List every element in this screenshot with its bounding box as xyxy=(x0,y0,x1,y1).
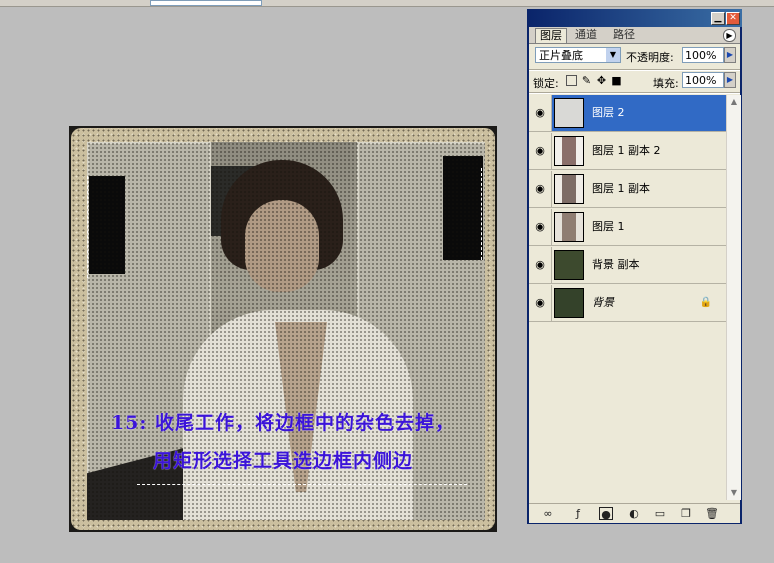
new-group-folder-icon[interactable]: ▭ xyxy=(653,507,667,520)
layers-panel: ▁ ✕ 图层 通道 路径 ▶ 正片叠底 ▼ 不透明度: 100% ▶ 锁定: ✎… xyxy=(527,9,742,524)
selection-marquee-right xyxy=(481,168,482,260)
layers-list: ◉ 图层 2 ◉ 图层 1 副本 2 ◉ 图层 1 副本 ◉ 图层 1 ◉ 背景… xyxy=(529,95,726,500)
visibility-eye-icon[interactable]: ◉ xyxy=(529,95,552,131)
visibility-eye-icon[interactable]: ◉ xyxy=(529,133,552,169)
layer-name: 图层 1 xyxy=(592,220,625,233)
close-icon[interactable]: ✕ xyxy=(726,12,740,25)
window-right xyxy=(443,156,483,260)
layer-row[interactable]: ◉ 图层 1 副本 2 xyxy=(529,133,726,170)
layer-thumbnail xyxy=(554,212,584,242)
opacity-slider-arrow-icon[interactable]: ▶ xyxy=(724,47,736,63)
layer-thumbnail xyxy=(554,136,584,166)
lock-label: 锁定: xyxy=(533,77,559,90)
panel-title-bar[interactable]: ▁ ✕ xyxy=(527,9,742,27)
tab-layers[interactable]: 图层 xyxy=(535,28,567,43)
panel-menu-icon[interactable]: ▶ xyxy=(723,29,736,42)
visibility-eye-icon[interactable]: ◉ xyxy=(529,209,552,245)
layer-row[interactable]: ◉ 图层 1 xyxy=(529,209,726,246)
divider xyxy=(529,92,740,94)
face-shape xyxy=(245,200,319,292)
visibility-eye-icon[interactable]: ◉ xyxy=(529,247,552,283)
scroll-down-icon[interactable]: ▼ xyxy=(727,486,741,500)
lock-all-icon[interactable]: ■ xyxy=(611,75,622,86)
layer-row[interactable]: ◉ 背景 🔒 xyxy=(529,285,726,322)
document-canvas[interactable]: 15: 收尾工作，将边框中的杂色去掉， 用矩形选择工具选边框内侧边 xyxy=(69,126,497,532)
fill-label: 填充: xyxy=(653,77,679,90)
delete-layer-trash-icon[interactable]: 🗑 xyxy=(705,507,719,520)
layer-row[interactable]: ◉ 图层 1 副本 xyxy=(529,171,726,208)
panel-body: 图层 通道 路径 ▶ 正片叠底 ▼ 不透明度: 100% ▶ 锁定: ✎ ✥ ■… xyxy=(529,27,741,523)
scroll-up-icon[interactable]: ▲ xyxy=(727,95,741,109)
blend-mode-value: 正片叠底 xyxy=(539,49,583,62)
layer-thumbnail xyxy=(554,250,584,280)
opacity-input[interactable]: 100% xyxy=(682,47,724,63)
selection-marquee-left xyxy=(87,176,88,278)
tutorial-caption-line2: 用矩形选择工具选边框内侧边 xyxy=(152,450,413,472)
layer-name: 图层 1 副本 2 xyxy=(592,144,661,157)
layer-thumbnail xyxy=(554,174,584,204)
panel-bottom-toolbar: ∞ ƒ ● ◐ ▭ ❐ 🗑 xyxy=(529,503,740,523)
layer-name: 图层 2 xyxy=(592,106,625,119)
layer-name: 图层 1 副本 xyxy=(592,182,650,195)
lock-position-move-icon[interactable]: ✥ xyxy=(596,75,607,86)
new-layer-icon[interactable]: ❐ xyxy=(679,507,693,520)
window-center xyxy=(211,166,263,236)
hair-shape xyxy=(221,160,343,270)
chevron-down-icon[interactable]: ▼ xyxy=(606,48,620,62)
visibility-eye-icon[interactable]: ◉ xyxy=(529,285,552,321)
blend-row: 正片叠底 ▼ 不透明度: 100% ▶ xyxy=(529,45,740,67)
layer-thumbnail xyxy=(554,98,584,128)
lock-image-brush-icon[interactable]: ✎ xyxy=(581,75,592,86)
tab-paths[interactable]: 路径 xyxy=(609,28,639,42)
tutorial-caption-line1: 15: 收尾工作，将边框中的杂色去掉， xyxy=(110,412,456,434)
layer-thumbnail xyxy=(554,288,584,318)
blend-mode-select[interactable]: 正片叠底 ▼ xyxy=(535,47,621,63)
tab-channels[interactable]: 通道 xyxy=(571,28,601,42)
minimize-icon[interactable]: ▁ xyxy=(711,12,725,25)
layers-scrollbar[interactable]: ▲ ▼ xyxy=(726,95,741,500)
layer-style-icon[interactable]: ƒ xyxy=(571,507,585,520)
fill-slider-arrow-icon[interactable]: ▶ xyxy=(724,72,736,88)
layer-row[interactable]: ◉ 图层 2 xyxy=(529,95,726,132)
layer-row[interactable]: ◉ 背景 副本 xyxy=(529,247,726,284)
layer-lock-icon: 🔒 xyxy=(699,297,712,308)
toolbar-field[interactable] xyxy=(150,0,262,6)
add-mask-icon[interactable]: ● xyxy=(599,507,613,521)
menu-strip xyxy=(0,0,774,7)
window-left xyxy=(89,176,125,274)
layer-name: 背景 副本 xyxy=(592,258,640,271)
opacity-label: 不透明度: xyxy=(626,51,674,64)
link-layers-icon[interactable]: ∞ xyxy=(541,507,555,520)
adjustment-layer-icon[interactable]: ◐ xyxy=(627,507,641,520)
panel-tabs: 图层 通道 路径 ▶ xyxy=(529,27,740,44)
selection-marquee-bottom xyxy=(137,484,467,485)
lock-transparency-icon[interactable] xyxy=(566,75,577,86)
divider xyxy=(529,69,740,71)
layer-name: 背景 xyxy=(592,296,614,309)
visibility-eye-icon[interactable]: ◉ xyxy=(529,171,552,207)
fill-input[interactable]: 100% xyxy=(682,72,724,88)
